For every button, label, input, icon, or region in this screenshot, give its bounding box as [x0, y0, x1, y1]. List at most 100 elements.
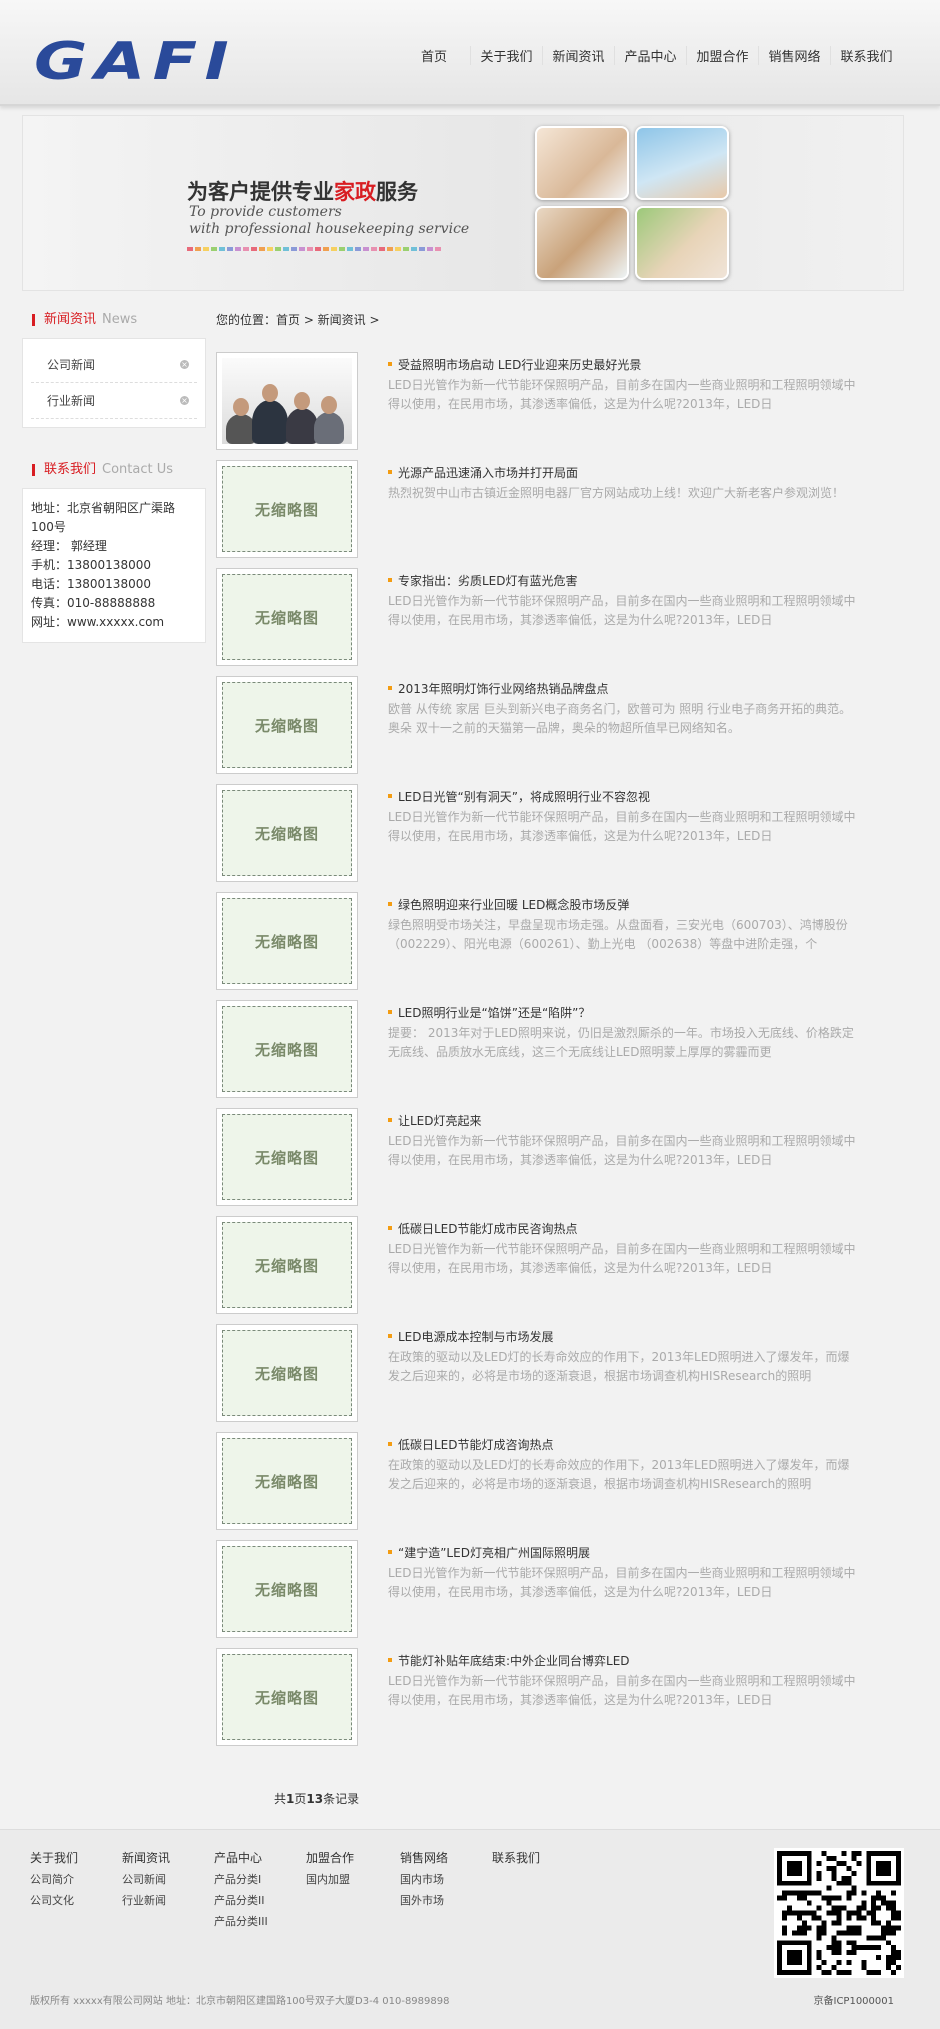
article-thumbnail[interactable]: 无缩略图 [216, 1648, 358, 1746]
article-thumbnail[interactable]: 无缩略图 [216, 568, 358, 666]
site-logo[interactable]: GAFI [34, 36, 236, 88]
article-summary: 提要： 2013年对于LED照明来说，仍旧是激烈厮杀的一年。市场投入无底线、价格… [388, 1026, 854, 1059]
article-title[interactable]: 低碳日LED节能灯成咨询热点 [388, 1436, 554, 1453]
nav-about[interactable]: 关于我们 [470, 46, 542, 65]
footer-link[interactable]: 行业新闻 [122, 1890, 170, 1911]
article-thumbnail[interactable]: 无缩略图 [216, 892, 358, 990]
article-title[interactable]: 光源产品迅速涌入市场并打开局面 [388, 464, 578, 481]
color-dot [243, 247, 249, 251]
sidebar-item-industry-news[interactable]: 行业新闻 × [31, 383, 197, 419]
article-thumbnail[interactable] [216, 352, 358, 450]
footer-column-heading[interactable]: 销售网络 [400, 1848, 448, 1869]
footer-link[interactable]: 产品分类II [214, 1890, 268, 1911]
nav-news[interactable]: 新闻资讯 [542, 46, 614, 65]
no-thumbnail-placeholder: 无缩略图 [222, 898, 352, 984]
footer-column-heading[interactable]: 新闻资讯 [122, 1848, 170, 1869]
article-title[interactable]: 绿色照明迎来行业回暖 LED概念股市场反弹 [388, 896, 629, 913]
article-summary: 绿色照明受市场关注，早盘呈现市场走强。从盘面看，三安光电（600703）、鸿博股… [388, 918, 848, 951]
color-dot [307, 247, 313, 251]
list-item: 无缩略图 2013年照明灯饰行业网络热销品牌盘点欧普 从传统 家居 巨头到新兴电子… [214, 676, 904, 784]
qr-code [774, 1848, 904, 1978]
article-thumbnail[interactable]: 无缩略图 [216, 460, 358, 558]
footer-link[interactable]: 国内加盟 [306, 1869, 354, 1890]
no-thumbnail-placeholder: 无缩略图 [222, 1330, 352, 1416]
color-dot [379, 247, 385, 251]
color-dot [347, 247, 353, 251]
list-item: 无缩略图 低碳日LED节能灯成市民咨询热点 LED日光管作为新一代节能环保照明产品，… [214, 1216, 904, 1324]
copyright: 版权所有 xxxxx有限公司网站 地址：北京市朝阳区建国路100号双子大厦D3-… [30, 1996, 450, 2007]
article-title[interactable]: 受益照明市场启动 LED行业迎来历史最好光景 [388, 356, 641, 373]
article-thumbnail[interactable]: 无缩略图 [216, 1324, 358, 1422]
article-thumbnail[interactable]: 无缩略图 [216, 1216, 358, 1314]
article-title[interactable]: 2013年照明灯饰行业网络热销品牌盘点 [388, 680, 609, 697]
no-thumbnail-placeholder: 无缩略图 [222, 682, 352, 768]
sidebar-item-company-news[interactable]: 公司新闻 × [31, 347, 197, 383]
footer-column: 产品中心 产品分类I 产品分类II 产品分类III [214, 1848, 268, 1932]
article-title[interactable]: 节能灯补贴年底结束:中外企业同台博弈LED [388, 1652, 630, 1669]
article-summary: 欧普 从传统 家居 巨头到新兴电子商务名门，欧普可为 照明 行业电子商务开拓的典… [388, 702, 852, 735]
color-dot [387, 247, 393, 251]
icp-number: 京备ICP1000001 [813, 1996, 895, 2007]
footer-column-heading[interactable]: 产品中心 [214, 1848, 268, 1869]
no-thumbnail-placeholder: 无缩略图 [222, 1006, 352, 1092]
nav-home[interactable]: 首页 [398, 46, 470, 65]
banner-photo [635, 206, 729, 280]
color-dot [323, 247, 329, 251]
color-dot [427, 247, 433, 251]
footer-link[interactable]: 国外市场 [400, 1890, 448, 1911]
list-item: 无缩略图 节能灯补贴年底结束:中外企业同台博弈LED LED日光管作为新一代节能环保… [214, 1648, 904, 1756]
article-title[interactable]: 让LED灯亮起来 [388, 1112, 482, 1129]
article-title[interactable]: LED电源成本控制与市场发展 [388, 1328, 554, 1345]
article-summary: LED日光管作为新一代节能环保照明产品，目前多在国内一些商业照明和工程照明领域中… [388, 1674, 856, 1707]
footer-link[interactable]: 产品分类I [214, 1869, 268, 1890]
site-footer: 关于我们 公司简介 公司文化 新闻资讯 公司新闻 行业新闻 产品中心 产品分类I 产品分类II 产… [0, 1829, 940, 2029]
banner-title: 为客户提供专业家政服务 [187, 180, 418, 204]
nav-products[interactable]: 产品中心 [614, 46, 686, 65]
close-icon: × [180, 360, 189, 369]
nav-join[interactable]: 加盟合作 [686, 46, 758, 65]
article-title[interactable]: LED日光管“别有洞天”，将成照明行业不容忽视 [388, 788, 650, 805]
nav-sales[interactable]: 销售网络 [758, 46, 830, 65]
article-thumbnail[interactable]: 无缩略图 [216, 1000, 358, 1098]
no-thumbnail-placeholder: 无缩略图 [222, 1222, 352, 1308]
article-thumbnail[interactable]: 无缩略图 [216, 676, 358, 774]
sidebar: 新闻资讯 News 公司新闻 × 行业新闻 × 联系我们 Contact Us 地址：北… [22, 302, 206, 643]
list-item: 无缩略图 光源产品迅速涌入市场并打开局面 热烈祝贺中山市古镇近金照明电器厂官方网站成… [214, 460, 904, 568]
footer-link[interactable]: 公司文化 [30, 1890, 78, 1911]
article-title[interactable]: 专家指出：劣质LED灯有蓝光危害 [388, 572, 578, 589]
article-thumbnail[interactable]: 无缩略图 [216, 784, 358, 882]
color-dot [291, 247, 297, 251]
color-dot [315, 247, 321, 251]
banner-photo [535, 126, 629, 200]
banner-photos [535, 126, 729, 280]
nav-contact[interactable]: 联系我们 [830, 46, 902, 65]
color-dot [235, 247, 241, 251]
sidebar-news-box: 公司新闻 × 行业新闻 × [22, 338, 206, 428]
sidebar-contact-heading: 联系我们 Contact Us [22, 452, 206, 488]
banner-color-dots [187, 247, 441, 251]
footer-column-heading[interactable]: 联系我们 [492, 1848, 540, 1869]
no-thumbnail-placeholder: 无缩略图 [222, 1546, 352, 1632]
article-title[interactable]: 低碳日LED节能灯成市民咨询热点 [388, 1220, 578, 1237]
article-thumbnail[interactable]: 无缩略图 [216, 1108, 358, 1206]
list-item: 无缩略图 “建宁造”LED灯亮相广州国际照明展 LED日光管作为新一代节能环保照明产… [214, 1540, 904, 1648]
footer-link[interactable]: 产品分类III [214, 1911, 268, 1932]
color-dot [371, 247, 377, 251]
footer-column-heading[interactable]: 关于我们 [30, 1848, 78, 1869]
footer-column: 加盟合作 国内加盟 [306, 1848, 354, 1890]
article-thumbnail[interactable]: 无缩略图 [216, 1432, 358, 1530]
footer-link[interactable]: 公司新闻 [122, 1869, 170, 1890]
footer-link[interactable]: 国内市场 [400, 1869, 448, 1890]
banner-photo [635, 126, 729, 200]
article-thumbnail[interactable]: 无缩略图 [216, 1540, 358, 1638]
article-title[interactable]: LED照明行业是“馅饼”还是“陷阱”？ [388, 1004, 590, 1021]
contact-manager: 经理： 郭经理 [31, 539, 107, 553]
list-item: 无缩略图 让LED灯亮起来 LED日光管作为新一代节能环保照明产品，目前多在国内一些… [214, 1108, 904, 1216]
article-title[interactable]: “建宁造”LED灯亮相广州国际照明展 [388, 1544, 590, 1561]
footer-link[interactable]: 公司简介 [30, 1869, 78, 1890]
main-nav: 首页 关于我们 新闻资讯 产品中心 加盟合作 销售网络 联系我们 [398, 46, 902, 65]
list-item: 无缩略图 低碳日LED节能灯成咨询热点 在政策的驱动以及LED灯的长寿命效应的作用下… [214, 1432, 904, 1540]
color-dot [403, 247, 409, 251]
footer-column-heading[interactable]: 加盟合作 [306, 1848, 354, 1869]
banner: 为客户提供专业家政服务 To provide customers with pro… [22, 115, 904, 291]
